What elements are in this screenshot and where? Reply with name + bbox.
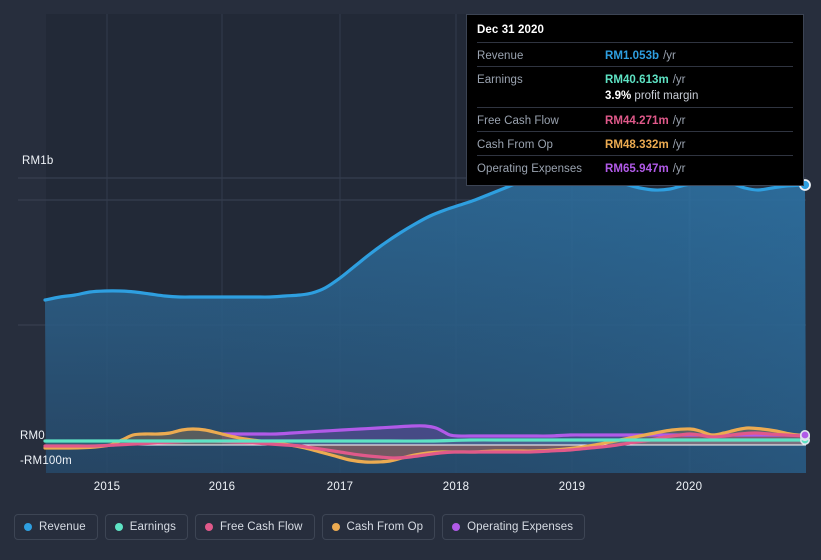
legend-item-free-cash-flow[interactable]: Free Cash Flow	[194, 514, 315, 540]
legend-item-label: Operating Expenses	[467, 521, 574, 533]
legend-item-label: Earnings	[129, 521, 176, 533]
y-axis-tick-label: RM0	[20, 430, 45, 442]
tooltip-row-revenue: Revenue RM1.053b/yr	[477, 42, 793, 66]
tooltip-row-unit: /yr	[672, 74, 686, 86]
tooltip-row-label: Earnings	[477, 74, 523, 86]
legend-color-dot-icon	[452, 523, 461, 531]
tooltip-profit-margin-row: 3.9% profit margin	[477, 90, 793, 107]
tooltip-row-label: Free Cash Flow	[477, 115, 559, 127]
chart-legend[interactable]: Revenue Earnings Free Cash Flow Cash From O…	[14, 514, 586, 540]
legend-item-earnings[interactable]: Earnings	[104, 514, 188, 540]
x-axis-tick-label: 2016	[208, 481, 236, 493]
tooltip-date: Dec 31 2020	[477, 24, 544, 36]
legend-color-dot-icon	[114, 523, 123, 531]
tooltip-row-value: RM48.332m	[605, 139, 669, 151]
tooltip-row-label: Revenue	[477, 50, 524, 62]
legend-color-dot-icon	[204, 523, 213, 531]
tooltip-row-label: Operating Expenses	[477, 163, 583, 175]
legend-color-dot-icon	[331, 523, 340, 531]
y-axis-tick-label: RM1b	[22, 155, 54, 167]
x-axis-tick-label: 2018	[442, 481, 470, 493]
tooltip-row-unit: /yr	[672, 115, 686, 127]
tooltip-row-value: RM40.613m	[605, 74, 669, 86]
x-axis-tick-label: 2017	[326, 481, 354, 493]
tooltip-margin-text: 3.9% profit margin	[605, 90, 698, 102]
tooltip-margin-label: profit margin	[634, 90, 699, 102]
tooltip-rows: Revenue RM1.053b/yr Earnings RM40.613m/yr 3.…	[477, 42, 793, 179]
tooltip-row-earnings: Earnings RM40.613m/yr	[477, 66, 793, 90]
legend-item-revenue[interactable]: Revenue	[14, 514, 98, 540]
tooltip-row-unit: /yr	[672, 163, 686, 175]
tooltip-row-value-group: RM48.332m/yr	[605, 135, 686, 153]
y-axis-tick-label: -RM100m	[20, 455, 72, 467]
data-tooltip: Dec 31 2020 Revenue RM1.053b/yr Earnings RM…	[466, 14, 804, 186]
tooltip-row-free-cash-flow: Free Cash Flow RM44.271m/yr	[477, 107, 793, 131]
tooltip-row-value-group: RM40.613m/yr	[605, 70, 686, 88]
tooltip-row-unit: /yr	[663, 50, 676, 62]
tooltip-row-value: RM44.271m	[605, 115, 669, 127]
legend-item-operating-expenses[interactable]: Operating Expenses	[442, 514, 586, 540]
tooltip-row-value-group: RM44.271m/yr	[605, 111, 686, 129]
legend-color-dot-icon	[24, 523, 32, 531]
tooltip-row-cash-from-op: Cash From Op RM48.332m/yr	[477, 131, 793, 155]
tooltip-row-unit: /yr	[672, 139, 686, 151]
tooltip-row-label: Cash From Op	[477, 139, 554, 151]
tooltip-row-value: RM1.053b	[605, 50, 660, 62]
x-axis-tick-label: 2019	[558, 481, 586, 493]
tooltip-row-value: RM65.947m	[605, 163, 669, 175]
legend-item-label: Free Cash Flow	[219, 521, 303, 533]
tooltip-row-value-group: RM65.947m/yr	[605, 159, 686, 177]
tooltip-row-operating-expenses: Operating Expenses RM65.947m/yr	[477, 155, 793, 179]
financial-chart-screenshot: RM1b RM0 -RM100m 2015 2016 2017 2018 2019 2020 …	[0, 0, 821, 560]
x-axis-tick-label: 2020	[675, 481, 703, 493]
tooltip-row-value-group: RM1.053b/yr	[605, 46, 676, 64]
legend-item-label: Cash From Op	[346, 521, 424, 533]
legend-item-label: Revenue	[39, 521, 86, 533]
x-axis-tick-label: 2015	[93, 481, 121, 493]
legend-item-cash-from-op[interactable]: Cash From Op	[321, 514, 436, 540]
tooltip-margin-value: 3.9%	[605, 90, 632, 102]
